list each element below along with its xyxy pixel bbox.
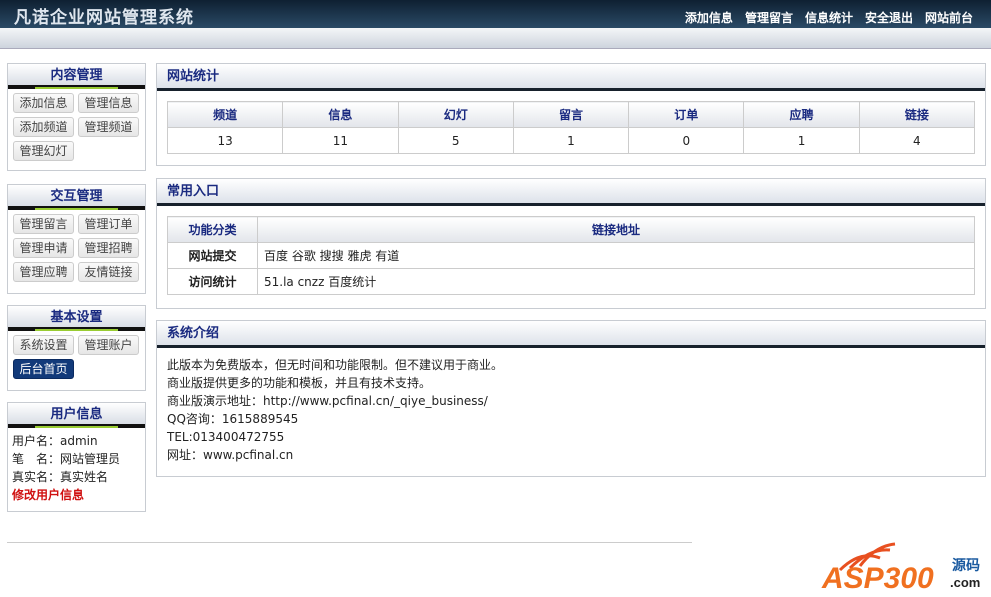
col-header: 频道 (166, 101, 284, 128)
manage-channel-button[interactable]: 管理频道 (78, 117, 139, 137)
site-stats-panel: 网站统计 频道 信息 幻灯 留言 订单 应聘 链接 13 11 5 1 0 1 4 (156, 63, 986, 166)
panel-title: 常用入口 (157, 179, 985, 206)
col-header: 应聘 (743, 101, 860, 128)
box-title: 内容管理 (8, 64, 145, 89)
links-cell[interactable]: 百度 谷歌 搜搜 雅虎 有道 (257, 242, 975, 269)
nav-manage-messages[interactable]: 管理留言 (745, 9, 793, 26)
col-header: 留言 (512, 101, 630, 128)
nav-add-info[interactable]: 添加信息 (685, 9, 733, 26)
col-header: 信息 (282, 101, 399, 128)
asp300-watermark-logo: ASP300 源码 .com (820, 540, 990, 597)
add-channel-button[interactable]: 添加频道 (13, 117, 74, 137)
content-management-box: 内容管理 添加信息 管理信息 添加频道 管理频道 管理幻灯 (7, 63, 146, 171)
table-row: 13 11 5 1 0 1 4 (166, 127, 976, 154)
footer-divider (7, 542, 692, 543)
stat-value: 11 (282, 127, 399, 154)
system-intro-panel: 系统介绍 此版本为免费版本，但无时间和功能限制。但不建议用于商业。 商业版提供更… (156, 320, 986, 477)
stat-value: 4 (858, 127, 976, 154)
header: 凡诺企业网站管理系统 添加信息 管理留言 信息统计 安全退出 网站前台 (0, 0, 991, 28)
system-settings-button[interactable]: 系统设置 (13, 335, 74, 355)
user-info-box: 用户信息 用户名：admin 笔 名：网站管理员 真实名：真实姓名 修改用户信息 (7, 402, 146, 512)
common-entry-panel: 常用入口 功能分类 链接地址 网站提交 百度 谷歌 搜搜 雅虎 有道 访问统计 51.… (156, 178, 986, 309)
intro-line: 网址：www.pcfinal.cn (167, 448, 294, 462)
nav-site-front[interactable]: 网站前台 (925, 9, 973, 26)
stat-value: 13 (166, 127, 284, 154)
entry-table: 功能分类 链接地址 网站提交 百度 谷歌 搜搜 雅虎 有道 访问统计 51.la cn… (167, 216, 975, 295)
col-header: 链接 (858, 101, 976, 128)
category-cell: 网站提交 (167, 242, 258, 269)
stat-value: 5 (397, 127, 514, 154)
interaction-management-box: 交互管理 管理留言 管理订单 管理申请 管理招聘 管理应聘 友情链接 (7, 184, 146, 294)
app-title: 凡诺企业网站管理系统 (14, 8, 194, 28)
nav-logout[interactable]: 安全退出 (865, 9, 913, 26)
category-cell: 访问统计 (167, 268, 258, 295)
edit-user-info-link[interactable]: 修改用户信息 (12, 486, 141, 504)
panel-title: 系统介绍 (157, 321, 985, 348)
intro-line: QQ咨询：1615889545 (167, 412, 299, 426)
links-cell[interactable]: 51.la cnzz 百度统计 (257, 268, 975, 295)
svg-text:ASP300: ASP300 (821, 562, 934, 594)
sub-bar (0, 28, 991, 49)
intro-line: 此版本为免费版本，但无时间和功能限制。但不建议用于商业。 (167, 358, 504, 372)
admin-home-button[interactable]: 后台首页 (13, 359, 74, 379)
intro-line: 商业版提供更多的功能和模板，并且有技术支持。 (167, 376, 432, 390)
manage-slides-button[interactable]: 管理幻灯 (13, 141, 74, 161)
col-header: 幻灯 (397, 101, 514, 128)
svg-text:.com: .com (950, 575, 980, 590)
add-info-button[interactable]: 添加信息 (13, 93, 74, 113)
box-title: 交互管理 (8, 185, 145, 210)
svg-text:源码: 源码 (952, 557, 980, 574)
manage-messages-button[interactable]: 管理留言 (13, 214, 74, 234)
username: 用户名：admin (12, 434, 98, 448)
manage-applications-button[interactable]: 管理申请 (13, 238, 74, 258)
real-name: 真实名：真实姓名 (12, 470, 109, 484)
top-nav: 添加信息 管理留言 信息统计 安全退出 网站前台 (685, 9, 973, 26)
nav-info-stats[interactable]: 信息统计 (805, 9, 853, 26)
intro-line: TEL:013400472755 (167, 430, 285, 444)
intro-line: 商业版演示地址：http://www.pcfinal.cn/_qiye_busi… (167, 394, 488, 408)
col-header: 订单 (628, 101, 745, 128)
col-header: 链接地址 (257, 216, 975, 243)
manage-recruit-button[interactable]: 管理招聘 (78, 238, 139, 258)
box-title: 基本设置 (8, 306, 145, 331)
stats-table: 频道 信息 幻灯 留言 订单 应聘 链接 13 11 5 1 0 1 4 (166, 101, 976, 154)
nickname: 笔 名：网站管理员 (12, 452, 121, 466)
manage-applicants-button[interactable]: 管理应聘 (13, 262, 74, 282)
box-title: 用户信息 (8, 403, 145, 428)
stat-value: 0 (628, 127, 745, 154)
basic-settings-box: 基本设置 系统设置 管理账户 后台首页 (7, 305, 146, 391)
stat-value: 1 (743, 127, 860, 154)
friend-links-button[interactable]: 友情链接 (78, 262, 139, 282)
manage-orders-button[interactable]: 管理订单 (78, 214, 139, 234)
stat-value: 1 (512, 127, 630, 154)
table-row: 网站提交 百度 谷歌 搜搜 雅虎 有道 (167, 242, 975, 269)
manage-accounts-button[interactable]: 管理账户 (78, 335, 139, 355)
manage-info-button[interactable]: 管理信息 (78, 93, 139, 113)
col-header: 功能分类 (167, 216, 258, 243)
table-row: 访问统计 51.la cnzz 百度统计 (167, 268, 975, 295)
panel-title: 网站统计 (157, 64, 985, 91)
